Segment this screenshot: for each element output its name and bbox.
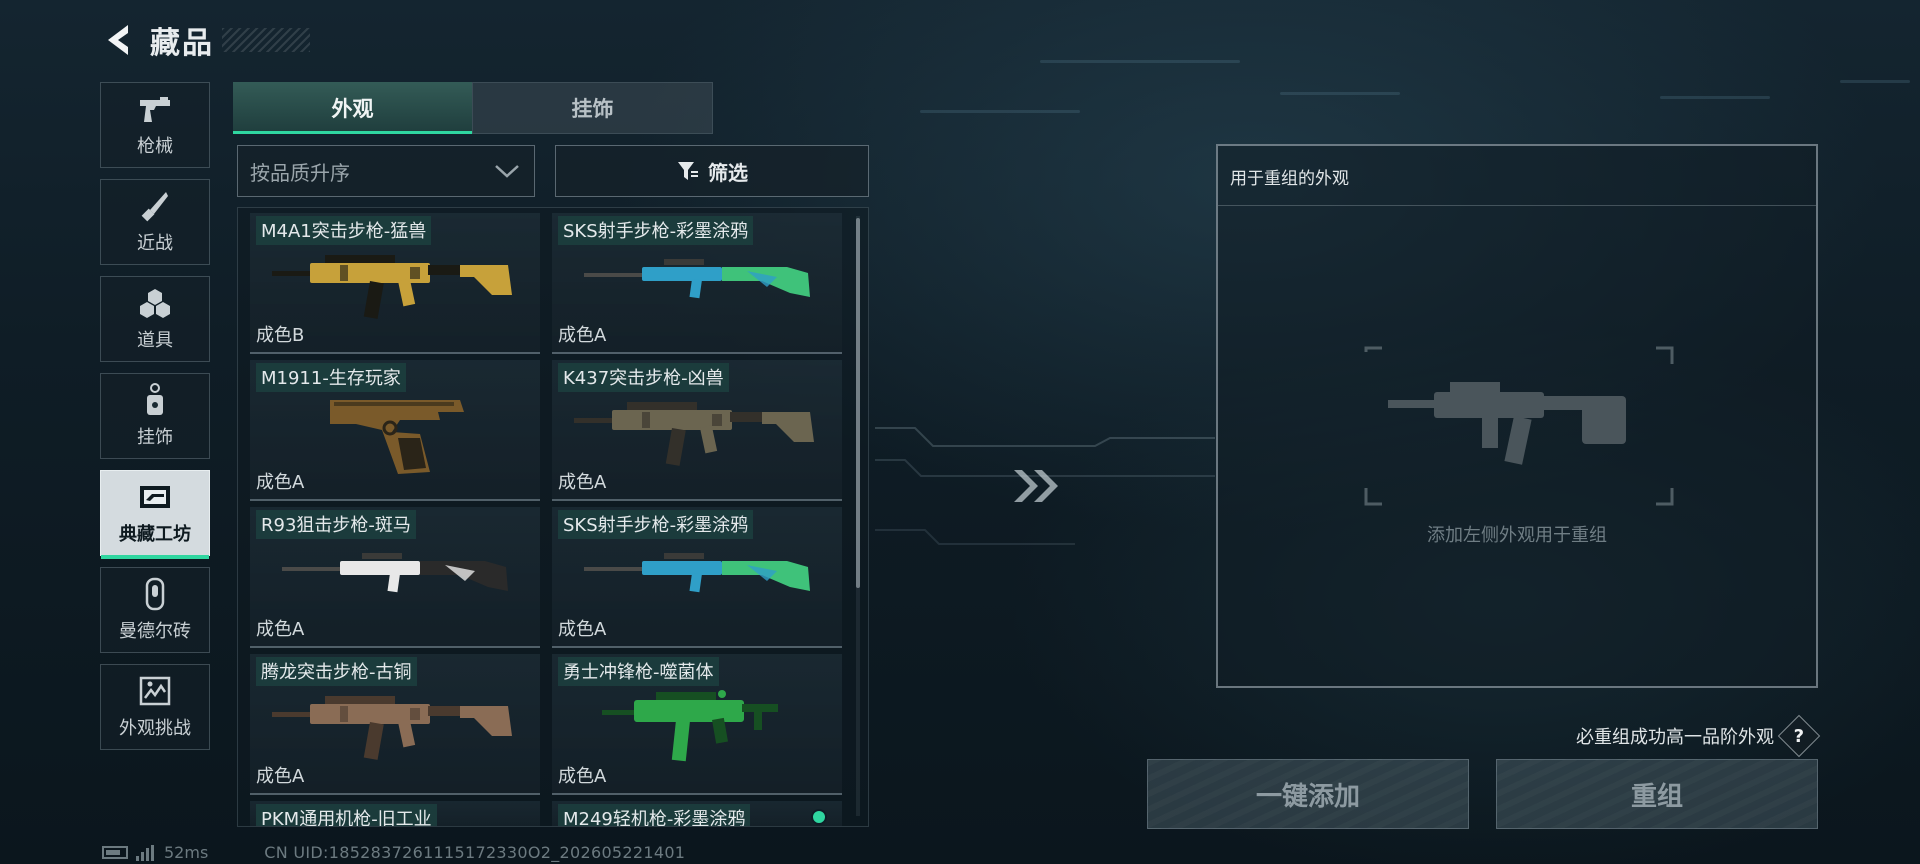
item-name: M1911-生存玩家: [256, 363, 406, 392]
sort-dropdown[interactable]: 按品质升序: [237, 145, 535, 197]
item-grade: 成色A: [558, 619, 607, 640]
nav-item-challenge[interactable]: 外观挑战: [100, 664, 210, 750]
recompose-note-text: 必重组成功高一品阶外观: [1576, 727, 1774, 748]
nav-item-pistol[interactable]: 枪械: [100, 82, 210, 168]
page-header: 藏品: [100, 18, 310, 62]
item-name: PKM通用机枪-旧工业: [256, 804, 437, 826]
nav-item-grenade[interactable]: 道具: [100, 276, 210, 362]
quick-add-button[interactable]: 一键添加: [1147, 759, 1469, 829]
item-card[interactable]: M4A1突击步枪-猛兽 成色B: [250, 213, 540, 354]
nav-item-label: 挂饰: [137, 427, 173, 448]
tab-bar: 外观 挂饰: [233, 82, 713, 134]
item-grid: M4A1突击步枪-猛兽 成色B SKS射手步枪-彩墨涂鸦 成色A M1911-生存玩…: [250, 213, 850, 826]
item-card[interactable]: M1911-生存玩家 成色A: [250, 360, 540, 501]
grenade-icon: [138, 286, 172, 320]
battery-icon: [102, 846, 128, 859]
recompose-button[interactable]: 重组: [1496, 759, 1818, 829]
nav-item-knife[interactable]: 近战: [100, 179, 210, 265]
item-grade: 成色A: [256, 766, 305, 787]
rifle-icon: [272, 696, 512, 760]
nav-item-label: 道具: [137, 330, 173, 351]
item-name: R93狙击步枪-斑马: [256, 510, 416, 539]
item-name: 勇士冲锋枪-噬菌体: [558, 657, 719, 686]
back-button[interactable]: [100, 22, 136, 58]
bg-streak: [1840, 80, 1910, 83]
item-name: M4A1突击步枪-猛兽: [256, 216, 432, 245]
item-card[interactable]: M249轻机枪-彩墨涂鸦: [552, 801, 842, 826]
item-card[interactable]: 勇士冲锋枪-噬菌体 成色A: [552, 654, 842, 795]
nav-item-brick[interactable]: 曼德尔砖: [100, 567, 210, 653]
knife-icon: [138, 189, 172, 223]
pistol-icon: [330, 400, 464, 474]
nav-item-label: 枪械: [137, 136, 173, 157]
item-card[interactable]: K437突击步枪-凶兽 成色A: [552, 360, 842, 501]
item-card[interactable]: SKS射手步枪-彩墨涂鸦 成色A: [552, 507, 842, 648]
sniper-icon: [584, 259, 810, 299]
item-name: SKS射手步枪-彩墨涂鸦: [558, 510, 754, 539]
filter-label: 筛选: [708, 160, 748, 185]
recompose-note: 必重组成功高一品阶外观 ?: [1576, 714, 1821, 758]
rifle-icon: [272, 255, 512, 319]
filter-button[interactable]: 筛选: [555, 145, 869, 197]
item-name: 腾龙突击步枪-古铜: [256, 657, 417, 686]
item-grade: 成色A: [558, 325, 607, 346]
charm-icon: [138, 383, 172, 417]
item-name: M249轻机枪-彩墨涂鸦: [558, 804, 751, 826]
item-card[interactable]: SKS射手步枪-彩墨涂鸦 成色A: [552, 213, 842, 354]
nav-item-label: 曼德尔砖: [119, 621, 191, 642]
recompose-panel-title: 用于重组的外观: [1218, 146, 1816, 206]
status-bar: 52ms CN UID:1852837261115172330O2_202605…: [102, 843, 685, 862]
nav-item-workshop[interactable]: 典藏工坊: [100, 470, 210, 559]
item-card[interactable]: PKM通用机枪-旧工业: [250, 801, 540, 826]
recompose-hint: 添加左侧外观用于重组: [1427, 525, 1607, 546]
sniper-icon: [282, 553, 508, 593]
connector-lines: [875, 427, 1215, 545]
item-card[interactable]: 腾龙突击步枪-古铜 成色A: [250, 654, 540, 795]
item-grade: 成色A: [558, 766, 607, 787]
bg-streak: [1040, 60, 1240, 63]
nav-item-label: 外观挑战: [119, 718, 191, 739]
sort-label: 按品质升序: [250, 160, 350, 185]
tab-charms[interactable]: 挂饰: [472, 82, 713, 134]
back-arrow-icon: [108, 25, 128, 55]
title-decoration: [222, 28, 310, 52]
item-name: K437突击步枪-凶兽: [558, 363, 729, 392]
rifle-icon: [574, 402, 814, 466]
sniper-icon: [584, 553, 810, 593]
item-grid-panel[interactable]: M4A1突击步枪-猛兽 成色B SKS射手步枪-彩墨涂鸦 成色A M1911-生存玩…: [237, 207, 869, 827]
bg-streak: [1280, 92, 1400, 95]
chevron-down-icon: [495, 165, 519, 178]
recompose-panel: 用于重组的外观 添加左侧外观用于重组: [1216, 144, 1818, 688]
user-uid: CN UID:1852837261115172330O2_20260522140…: [264, 843, 686, 862]
category-nav: 枪械近战道具挂饰典藏工坊曼德尔砖外观挑战: [100, 82, 210, 761]
nav-item-label: 近战: [137, 233, 173, 254]
item-grade: 成色A: [558, 472, 607, 493]
signal-icon: [136, 844, 154, 861]
bg-streak: [920, 110, 1080, 113]
double-chevron-icon: [1014, 470, 1058, 502]
challenge-icon: [138, 674, 172, 708]
ping-value: 52ms: [164, 843, 209, 862]
item-grade: 成色A: [256, 619, 305, 640]
workshop-icon: [138, 480, 172, 514]
item-grade: 成色B: [256, 325, 305, 346]
nav-item-charm[interactable]: 挂饰: [100, 373, 210, 459]
question-icon: ?: [1793, 725, 1805, 747]
nav-item-label: 典藏工坊: [119, 524, 191, 545]
item-card[interactable]: R93狙击步枪-斑马 成色A: [250, 507, 540, 648]
rifle-silhouette-icon: [1388, 382, 1626, 465]
brick-icon: [138, 577, 172, 611]
recompose-slot[interactable]: [1364, 346, 1674, 506]
tab-appearance[interactable]: 外观: [233, 82, 472, 134]
pistol-icon: [138, 92, 172, 126]
item-name: SKS射手步枪-彩墨涂鸦: [558, 216, 754, 245]
page-title: 藏品: [150, 26, 214, 61]
item-grade: 成色A: [256, 472, 305, 493]
filter-icon: [678, 162, 698, 180]
help-button[interactable]: ?: [1777, 714, 1821, 758]
bg-streak: [1660, 96, 1770, 99]
scrollbar-thumb[interactable]: [856, 218, 860, 588]
smg-icon: [602, 690, 778, 762]
new-indicator: [811, 809, 827, 825]
